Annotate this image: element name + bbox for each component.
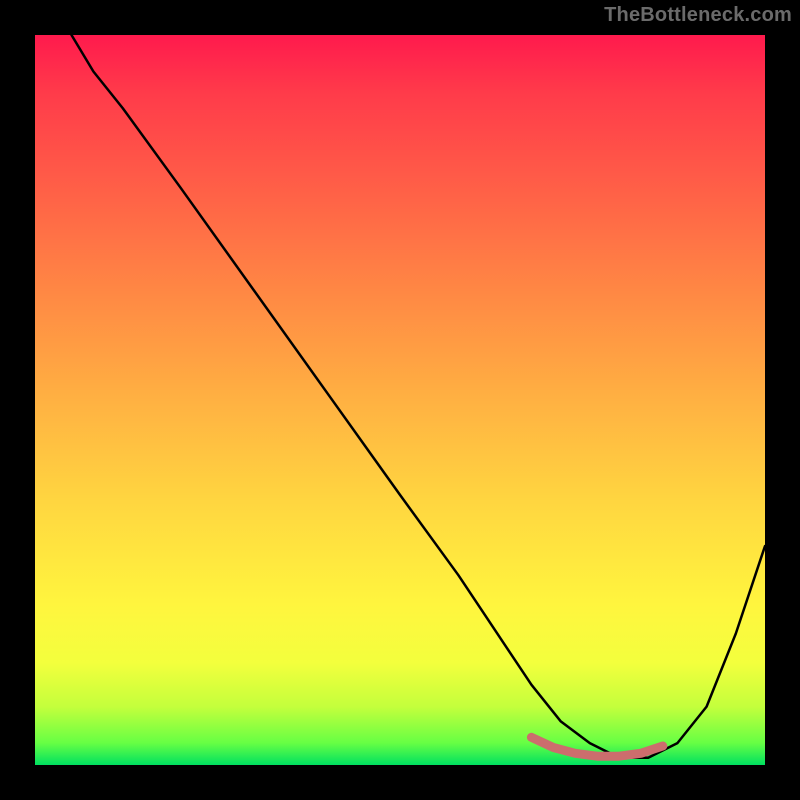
chart-frame: TheBottleneck.com [0,0,800,800]
plot-area [35,35,765,765]
curve-overlay [35,35,765,765]
bottleneck-curve-path [72,35,766,758]
watermark-text: TheBottleneck.com [604,4,792,27]
